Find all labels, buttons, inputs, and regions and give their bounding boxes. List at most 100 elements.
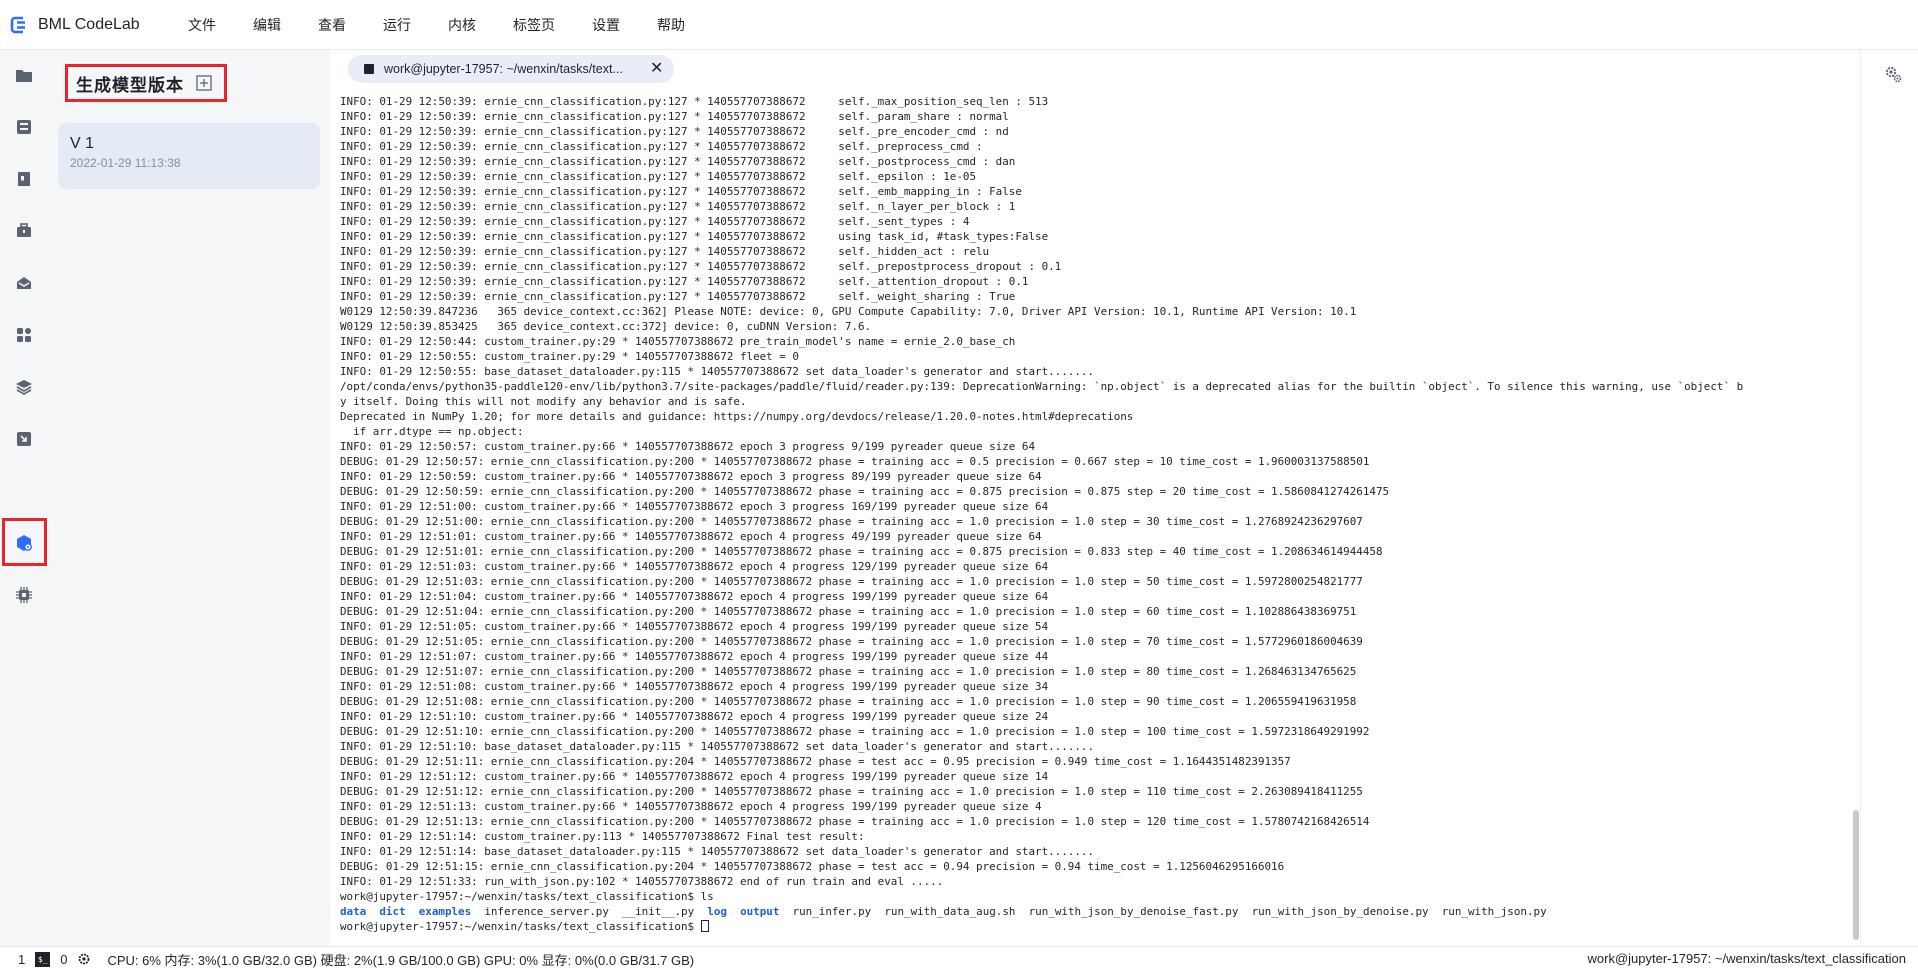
ls-file: run_with_json.py: [1441, 905, 1547, 918]
main-menu: 文件 编辑 查看 运行 内核 标签页 设置 帮助: [188, 15, 722, 35]
kernel-gear-icon[interactable]: [77, 952, 91, 966]
menu-tabs[interactable]: 标签页: [513, 15, 555, 35]
terminal-icon: [364, 64, 374, 74]
terminal-line: /opt/conda/envs/python35-paddle120-env/l…: [340, 380, 1744, 393]
terminal-line: INFO: 01-29 12:50:55: custom_trainer.py:…: [340, 350, 799, 363]
menu-settings[interactable]: 设置: [592, 15, 620, 35]
apps-icon[interactable]: [11, 322, 37, 348]
activity-rail: [0, 50, 48, 946]
terminal-line: DEBUG: 01-29 12:51:12: ernie_cnn_classif…: [340, 785, 1363, 798]
ls-directory: data: [340, 905, 367, 918]
terminal-line: INFO: 01-29 12:50:39: ernie_cnn_classifi…: [340, 275, 1029, 288]
bookmark-icon[interactable]: [11, 166, 37, 192]
ls-file: run_with_json_by_denoise_fast.py: [1028, 905, 1239, 918]
folder-icon[interactable]: [11, 62, 37, 88]
toolbox-icon[interactable]: [11, 218, 37, 244]
terminal-line: INFO: 01-29 12:51:14: base_dataset_datal…: [340, 845, 1095, 858]
right-sidebar: [1860, 50, 1918, 946]
menu-kernel[interactable]: 内核: [448, 15, 476, 35]
terminal-line: INFO: 01-29 12:50:39: ernie_cnn_classifi…: [340, 170, 977, 183]
version-date: 2022-01-29 11:13:38: [70, 156, 181, 170]
scrollbar-thumb[interactable]: [1853, 810, 1859, 940]
close-icon[interactable]: ✕: [650, 61, 663, 77]
terminal-output[interactable]: INFO: 01-29 12:50:39: ernie_cnn_classifi…: [330, 88, 1856, 946]
prompt-line: work@jupyter-17957:~/wenxin/tasks/text_c…: [340, 919, 1840, 934]
version-card[interactable]: V 1 2022-01-29 11:13:38: [58, 123, 320, 189]
menu-run[interactable]: 运行: [383, 15, 411, 35]
terminal-badge-icon[interactable]: $_: [35, 951, 51, 967]
terminal-line: INFO: 01-29 12:51:10: custom_trainer.py:…: [340, 710, 1049, 723]
terminal-line: INFO: 01-29 12:51:07: custom_trainer.py:…: [340, 650, 1049, 663]
terminal-line: INFO: 01-29 12:51:03: custom_trainer.py:…: [340, 560, 1049, 573]
status-path: work@jupyter-17957: ~/wenxin/tasks/text_…: [1587, 951, 1906, 966]
layers-icon[interactable]: [11, 374, 37, 400]
terminal-line: INFO: 01-29 12:51:04: custom_trainer.py:…: [340, 590, 1049, 603]
terminal-line: W0129 12:50:39.847236 365 device_context…: [340, 305, 1357, 318]
gear-icon[interactable]: [1883, 64, 1903, 84]
panel-header: 生成模型版本: [65, 64, 227, 102]
panel-title: 生成模型版本: [76, 75, 184, 95]
terminal-line: DEBUG: 01-29 12:51:08: ernie_cnn_classif…: [340, 695, 1357, 708]
menu-edit[interactable]: 编辑: [253, 15, 281, 35]
status-count-2[interactable]: 0: [60, 952, 67, 967]
terminal-line: INFO: 01-29 12:51:14: custom_trainer.py:…: [340, 830, 865, 843]
tab-terminal[interactable]: work@jupyter-17957: ~/wenxin/tasks/text.…: [348, 55, 674, 83]
codelab-logo-icon: [10, 16, 25, 33]
terminal-line: INFO: 01-29 12:50:44: custom_trainer.py:…: [340, 335, 1016, 348]
tab-bar: work@jupyter-17957: ~/wenxin/tasks/text.…: [330, 50, 1856, 88]
menu-file[interactable]: 文件: [188, 15, 216, 35]
ls-file: run_with_data_aug.sh: [884, 905, 1016, 918]
menu-bar: BML CodeLab 文件 编辑 查看 运行 内核 标签页 设置 帮助: [0, 0, 1918, 50]
resource-usage: CPU: 6% 内存: 3%(1.0 GB/32.0 GB) 硬盘: 2%(1.…: [107, 952, 695, 968]
terminal-line: INFO: 01-29 12:50:39: ernie_cnn_classifi…: [340, 260, 1062, 273]
ls-directory: log: [707, 905, 727, 918]
terminal-line: INFO: 01-29 12:50:39: ernie_cnn_classifi…: [340, 185, 1022, 198]
terminal-line: INFO: 01-29 12:50:39: ernie_cnn_classifi…: [340, 155, 1016, 168]
ls-file: run_infer.py: [792, 905, 872, 918]
add-version-icon[interactable]: [196, 75, 212, 91]
terminal-line: INFO: 01-29 12:50:39: ernie_cnn_classifi…: [340, 215, 970, 228]
terminal-line: DEBUG: 01-29 12:51:00: ernie_cnn_classif…: [340, 515, 1363, 528]
terminal-line: DEBUG: 01-29 12:51:07: ernie_cnn_classif…: [340, 665, 1357, 678]
brand[interactable]: BML CodeLab: [0, 14, 170, 36]
terminal-line: INFO: 01-29 12:51:01: custom_trainer.py:…: [340, 530, 1042, 543]
status-count-1[interactable]: 1: [18, 952, 25, 967]
terminal-line: DEBUG: 01-29 12:51:04: ernie_cnn_classif…: [340, 605, 1357, 618]
terminal-line: DEBUG: 01-29 12:51:11: ernie_cnn_classif…: [340, 755, 1291, 768]
terminal-line: DEBUG: 01-29 12:51:05: ernie_cnn_classif…: [340, 635, 1363, 648]
terminal-line: if arr.dtype == np.object:: [340, 425, 524, 438]
version-name: V 1: [70, 135, 95, 152]
terminal-line: W0129 12:50:39.853425 365 device_context…: [340, 320, 872, 333]
terminal-line: work@jupyter-17957:~/wenxin/tasks/text_c…: [340, 890, 714, 903]
terminal-line: DEBUG: 01-29 12:51:15: ernie_cnn_classif…: [340, 860, 1285, 873]
highlight-box: [2, 518, 47, 566]
shell-prompt: work@jupyter-17957:~/wenxin/tasks/text_c…: [340, 920, 701, 933]
download-box-icon[interactable]: [11, 426, 37, 452]
ls-file: inference_server.py: [484, 905, 609, 918]
terminal-line: INFO: 01-29 12:50:39: ernie_cnn_classifi…: [340, 230, 1049, 243]
menu-view[interactable]: 查看: [318, 15, 346, 35]
terminal-line: INFO: 01-29 12:50:39: ernie_cnn_classifi…: [340, 95, 1049, 108]
ls-output-line: data dict examples inference_server.py _…: [340, 904, 1840, 919]
chip-icon[interactable]: [11, 582, 37, 608]
terminal-line: INFO: 01-29 12:50:39: ernie_cnn_classifi…: [340, 110, 1009, 123]
terminal-line: INFO: 01-29 12:50:39: ernie_cnn_classifi…: [340, 245, 990, 258]
terminal-line: DEBUG: 01-29 12:50:57: ernie_cnn_classif…: [340, 455, 1370, 468]
terminal-line: Deprecated in NumPy 1.20; for more detai…: [340, 410, 1134, 423]
tab-label: work@jupyter-17957: ~/wenxin/tasks/text.…: [384, 62, 623, 76]
inbox-icon[interactable]: [11, 270, 37, 296]
terminal-line: INFO: 01-29 12:51:05: custom_trainer.py:…: [340, 620, 1049, 633]
brand-name: BML CodeLab: [38, 15, 140, 33]
terminal-line: DEBUG: 01-29 12:51:10: ernie_cnn_classif…: [340, 725, 1370, 738]
terminal-line: INFO: 01-29 12:50:39: ernie_cnn_classifi…: [340, 290, 1016, 303]
terminal-line: DEBUG: 01-29 12:50:59: ernie_cnn_classif…: [340, 485, 1390, 498]
terminal-line: INFO: 01-29 12:51:33: run_with_json.py:1…: [340, 875, 944, 888]
terminal-scrollbar[interactable]: [1852, 88, 1860, 946]
ls-directory: output: [740, 905, 780, 918]
terminal-line: DEBUG: 01-29 12:51:13: ernie_cnn_classif…: [340, 815, 1370, 828]
terminal-line: INFO: 01-29 12:51:08: custom_trainer.py:…: [340, 680, 1049, 693]
archive-icon[interactable]: [11, 114, 37, 140]
terminal-line: INFO: 01-29 12:50:39: ernie_cnn_classifi…: [340, 200, 1016, 213]
terminal-line: INFO: 01-29 12:51:12: custom_trainer.py:…: [340, 770, 1049, 783]
menu-help[interactable]: 帮助: [657, 15, 685, 35]
